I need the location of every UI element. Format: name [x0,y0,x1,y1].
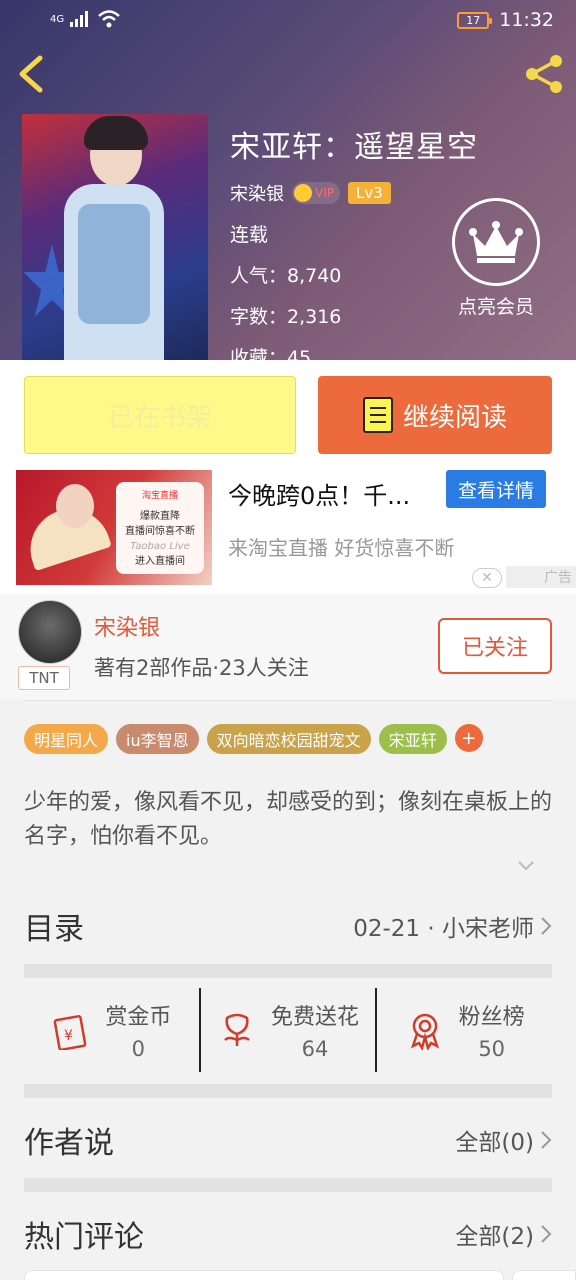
author-name[interactable]: 宋染银 [230,180,284,206]
ad-detail-button[interactable]: 查看详情 [446,470,546,508]
ad-close-icon[interactable]: ✕ [472,568,502,588]
in-bookshelf-button[interactable]: 已在书架 [24,376,296,454]
section-divider [24,964,552,978]
chevron-right-icon [541,917,552,935]
ad-title[interactable]: 今晚跨0点！千... [228,476,428,511]
word-count: 字数：2,316 [230,306,342,328]
catalog-title: 目录 [24,912,84,947]
author-card-name[interactable]: 宋染银 [94,610,160,642]
book-header: 4G 17 11:32 宋亚轩：遥望星空 宋染银 VIP Lv3 连载 人气：8… [0,0,576,369]
vip-label: VIP [315,186,334,200]
red-envelope-icon: ¥ [53,1015,87,1050]
popularity: 人气：8,740 [230,265,342,287]
ad-subtitle: 来淘宝直播 好货惊喜不断 [228,536,455,560]
chevron-right-icon [541,1131,552,1149]
catalog-latest: 02-21 · 小宋老师 [353,909,552,943]
status-right: 17 11:32 [457,9,554,31]
flower-label: 免费送花 [271,1005,360,1030]
hot-comments-all[interactable]: 全部(2) [455,1217,552,1251]
favorites-count: 收藏：45 [230,347,312,369]
comment-card[interactable] [24,1270,504,1280]
hot-comments-title: 热门评论 [24,1220,144,1255]
serial-status: 连载 [230,224,269,246]
clock: 11:32 [499,9,554,31]
flower-icon [224,1013,250,1046]
author-card[interactable]: TNT 宋染银 著有2部作品·23人关注 已关注 [0,594,576,700]
section-divider [24,1084,552,1098]
flower-value: 64 [301,1037,329,1061]
author-says-count: 全部(0) [455,1130,534,1156]
hot-comments-row[interactable]: 热门评论 全部(2) [24,1204,552,1264]
author-says-all[interactable]: 全部(0) [455,1123,552,1157]
network-type: 4G [50,13,65,25]
ad-image-line1: 爆款直降 [140,511,180,522]
ad-image[interactable]: 淘宝直播 爆款直降直播间惊喜不断 Taobao Live 进入直播间 [16,470,212,585]
back-button[interactable] [14,52,50,96]
battery-level: 17 [466,13,481,27]
chevron-right-icon [541,1225,552,1243]
action-bar: 已在书架 继续阅读 [0,360,576,470]
member-button[interactable]: 点亮会员 [446,198,546,319]
signal-icon [70,11,89,27]
author-row: 宋染银 VIP Lv3 [230,180,478,206]
share-icon [526,55,562,93]
author-says-row[interactable]: 作者说 全部(0) [24,1110,552,1170]
fan-rank-label: 粉丝榜 [458,1005,525,1030]
more-tags-button[interactable]: + [454,724,483,752]
book-summary: 少年的爱，像风看不见，却感受的到；像刻在桌板上的名字，怕你看不见。 [24,790,553,849]
author-says-title: 作者说 [24,1126,114,1161]
book-info: 宋亚轩：遥望星空 宋染银 VIP Lv3 连载 人气：8,740 字数：2,31… [230,122,478,370]
hot-comments-count: 全部(2) [455,1224,534,1250]
catalog-row[interactable]: 目录 02-21 · 小宋老师 [24,896,552,956]
status-bar: 4G 17 11:32 [0,0,576,42]
tag-item[interactable]: 明星同人 [24,724,109,754]
continue-reading-label: 继续阅读 [402,402,507,433]
fan-badge: TNT [18,666,70,690]
book-cover-image [22,114,208,360]
ad-label: 广告 [506,566,576,588]
comment-card[interactable] [512,1270,576,1280]
tag-list: 明星同人 iu李智恩 双向暗恋校园甜宠文 宋亚轩 + [24,724,483,754]
level-badge: Lv3 [347,182,391,204]
avatar[interactable] [18,600,82,664]
reward-label: 赏金币 [105,1005,172,1030]
reward-value: 0 [131,1037,146,1061]
vip-crown-icon [294,184,312,202]
tag-item[interactable]: 宋亚轩 [378,724,447,754]
stats-row: ¥ 赏金币 0 免费送花 64 粉丝榜 50 [24,988,552,1072]
ad-image-line3: Taobao Live [130,541,190,552]
followed-button[interactable]: 已关注 [438,618,552,674]
divider [24,700,552,701]
medal-icon [410,1013,439,1050]
fan-rank-button[interactable]: 粉丝榜 50 [375,988,552,1072]
reward-coins-button[interactable]: ¥ 赏金币 0 [24,988,199,1072]
tag-item[interactable]: iu李智恩 [116,724,199,754]
ad-image-line2: 直播间惊喜不断 [125,526,195,537]
author-stats: 著有2部作品·23人关注 [94,656,309,680]
member-label: 点亮会员 [457,296,534,318]
send-flower-button[interactable]: 免费送花 64 [198,988,376,1072]
svg-text:¥: ¥ [64,1028,73,1044]
signal-area: 4G [50,10,120,28]
tag-item[interactable]: 双向暗恋校园甜宠文 [206,724,371,754]
book-title: 宋亚轩：遥望星空 [230,130,478,165]
fan-rank-value: 50 [478,1037,506,1061]
battery-icon: 17 [457,11,493,29]
book-icon [362,397,393,433]
ad-banner[interactable]: 淘宝直播 爆款直降直播间惊喜不断 Taobao Live 进入直播间 今晚跨0点！千… [0,470,576,594]
latest-chapter: 02-21 · 小宋老师 [353,916,534,942]
back-chevron-icon [19,55,43,93]
crown-icon [452,198,540,286]
section-divider [24,1178,552,1192]
continue-reading-button[interactable]: 继续阅读 [318,376,552,454]
ad-image-brand: 淘宝直播 [141,491,178,501]
expand-chevron-icon[interactable] [516,856,536,876]
wifi-icon [98,10,120,28]
vip-badge: VIP [292,182,340,204]
share-button[interactable] [522,52,566,96]
ad-image-line4: 进入直播间 [135,556,185,567]
